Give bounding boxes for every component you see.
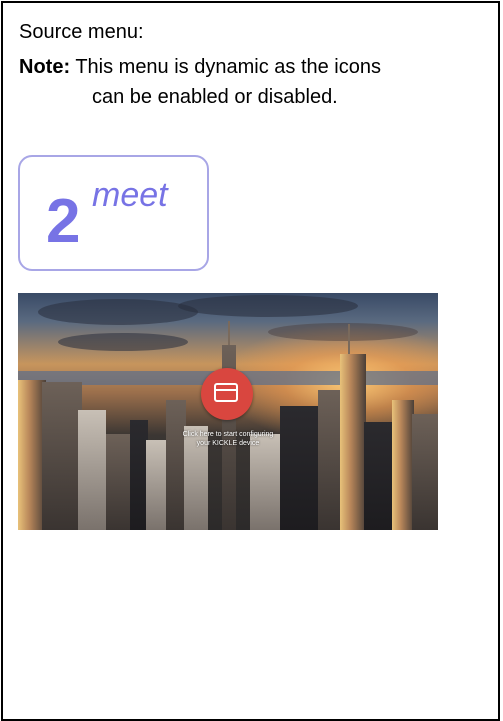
note-label: Note: [19, 56, 71, 78]
cloud [178, 295, 358, 317]
tower-spire [348, 324, 350, 354]
building [412, 414, 438, 530]
building [42, 382, 82, 530]
configure-button[interactable] [201, 368, 253, 420]
note-text-line1: This menu is dynamic as the icons [75, 56, 381, 78]
note-paragraph: Note: This menu is dynamic as the icons … [19, 52, 489, 112]
note-text-line2: can be enabled or disabled. [92, 86, 338, 108]
cloud [38, 299, 198, 325]
configure-caption: Click here to start configuring your KIC… [158, 430, 298, 448]
building [166, 400, 186, 530]
section-heading: Source menu: [19, 21, 144, 43]
building [146, 440, 168, 530]
2meet-logo: 2 meet [18, 155, 209, 271]
tower [340, 354, 366, 530]
device-home-screenshot: Click here to start configuring your KIC… [18, 293, 438, 530]
window-icon [214, 383, 238, 402]
caption-line1: Click here to start configuring [182, 431, 274, 438]
building [106, 434, 132, 530]
building [364, 422, 394, 530]
caption-line2: your KICKLE device [196, 440, 260, 447]
building [280, 406, 320, 530]
building [78, 410, 106, 530]
cloud [58, 333, 188, 351]
building [318, 390, 342, 530]
building [250, 434, 280, 530]
logo-word: meet [92, 176, 168, 214]
building [392, 400, 414, 530]
tower-spire [228, 321, 230, 345]
logo-number: 2 [46, 187, 81, 256]
cloud [268, 323, 418, 341]
